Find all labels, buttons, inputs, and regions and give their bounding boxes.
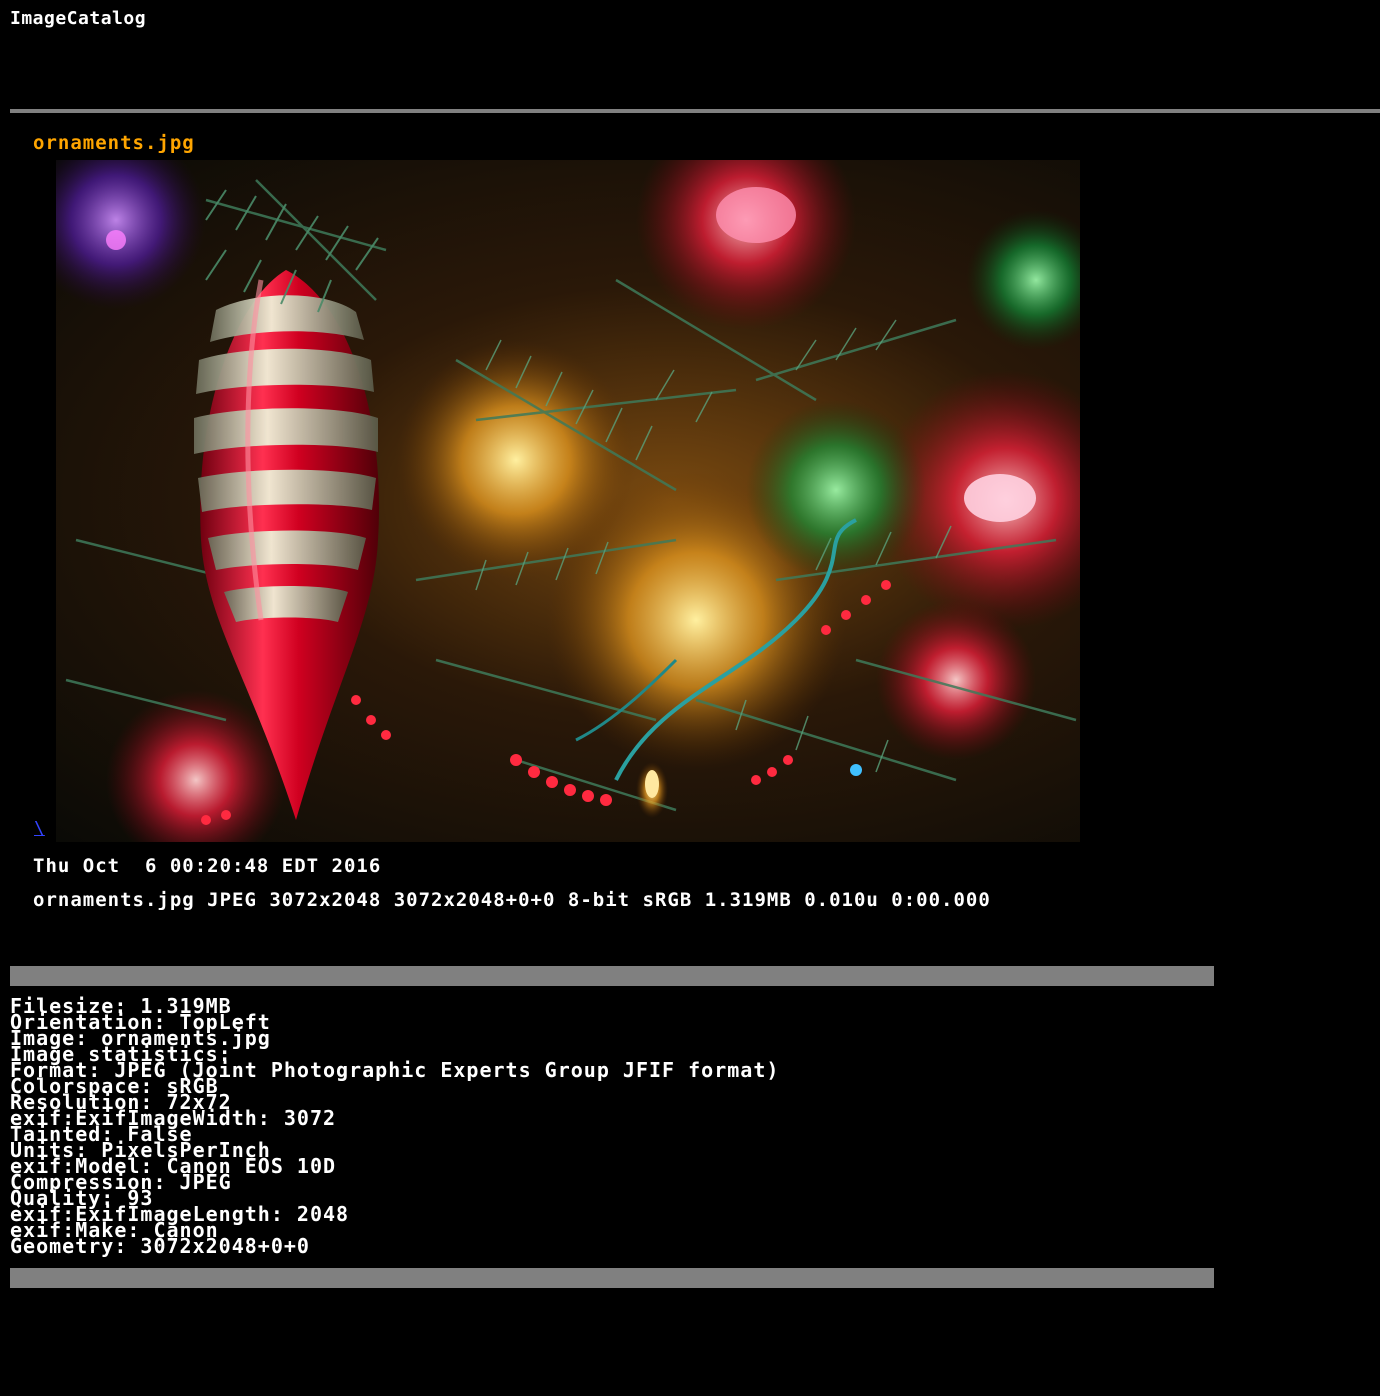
image-link[interactable]: \ [34,818,45,839]
metadata-bottom-bar [10,1268,1214,1288]
metadata-top-bar [10,966,1214,986]
image-summary: ornaments.jpg JPEG 3072x2048 3072x2048+0… [33,889,991,911]
header-divider [10,109,1380,113]
metadata-item-geometry: Geometry: 3072x2048+0+0 [10,1234,310,1258]
ornaments-photo [56,160,1080,842]
app-title: ImageCatalog [10,8,147,29]
image-timestamp: Thu Oct 6 00:20:48 EDT 2016 [33,855,382,877]
metadata-list: Filesize: 1.319MB Orientation: TopLeft I… [10,996,779,1258]
image-filename-heading: ornaments.jpg [33,132,195,154]
image-preview[interactable] [56,160,1080,842]
